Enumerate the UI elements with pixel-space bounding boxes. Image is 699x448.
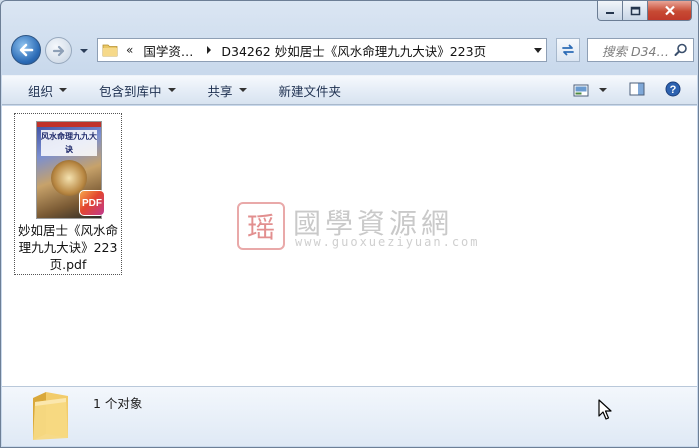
details-pane: 1 个对象	[2, 386, 697, 446]
svg-text:?: ?	[670, 84, 677, 96]
folder-icon	[102, 44, 118, 57]
mouse-cursor-icon	[598, 399, 612, 420]
back-arrow-icon	[19, 43, 34, 57]
help-button[interactable]: ?	[665, 81, 681, 100]
refresh-icon	[562, 44, 574, 56]
close-icon	[664, 5, 675, 16]
chevron-down-icon	[599, 88, 607, 92]
command-bar: 组织 包含到库中 共享 新建文件夹 ?	[2, 75, 697, 105]
organize-button[interactable]: 组织	[28, 76, 68, 104]
organize-label: 组织	[28, 83, 54, 99]
file-list-area[interactable]: 风水命理九九大诀 PDF 妙如居士《风水命理九九大诀》223页.pdf 瑶 國學…	[2, 106, 697, 386]
thumbnail-band	[37, 122, 101, 127]
address-overflow[interactable]: «	[126, 43, 133, 57]
maximize-button[interactable]	[623, 1, 648, 21]
address-dropdown-icon[interactable]	[534, 48, 542, 53]
view-options-icon	[573, 84, 589, 96]
new-folder-label: 新建文件夹	[278, 83, 342, 99]
forward-button[interactable]	[45, 37, 72, 64]
folder-icon	[33, 392, 68, 440]
view-options-button[interactable]	[573, 84, 607, 97]
back-button[interactable]	[11, 35, 41, 65]
watermark-url: www.guoxueziyuan.com	[295, 235, 480, 249]
watermark-seal: 瑶	[237, 202, 285, 250]
breadcrumb-arrow-icon[interactable]	[207, 46, 212, 54]
minimize-button[interactable]	[597, 1, 623, 21]
new-folder-button[interactable]: 新建文件夹	[279, 76, 342, 104]
preview-pane-button[interactable]	[629, 82, 645, 99]
chevron-down-icon	[167, 88, 176, 92]
item-count: 1 个对象	[93, 396, 143, 411]
minimize-icon	[606, 11, 614, 14]
command-bar-right: ?	[573, 76, 697, 104]
file-item-pdf[interactable]: 风水命理九九大诀 PDF 妙如居士《风水命理九九大诀》223页.pdf	[14, 113, 122, 275]
close-button[interactable]	[648, 1, 692, 21]
address-segment-current[interactable]: D34262 妙如居士《风水命理九九大诀》223页	[221, 41, 486, 60]
chevron-down-icon	[80, 49, 88, 53]
chevron-down-icon	[238, 88, 247, 92]
caption-buttons	[597, 1, 692, 21]
share-button[interactable]: 共享	[208, 76, 247, 104]
watermark: 瑶 國學資源網 www.guoxueziyuan.com	[237, 202, 480, 252]
preview-pane-icon	[629, 82, 645, 95]
include-library-button[interactable]: 包含到库中	[99, 76, 176, 104]
maximize-icon	[630, 6, 640, 15]
chevron-down-icon	[59, 88, 68, 92]
share-label: 共享	[207, 83, 233, 99]
forward-arrow-icon	[52, 45, 64, 56]
address-bar[interactable]: « 国学资… D34262 妙如居士《风水命理九九大诀》223页	[97, 38, 547, 62]
search-placeholder: 搜索 D34…	[602, 43, 670, 59]
refresh-button[interactable]	[556, 38, 580, 62]
explorer-window: « 国学资… D34262 妙如居士《风水命理九九大诀》223页 搜索 D34……	[0, 0, 699, 448]
pdf-icon: PDF	[79, 190, 105, 216]
help-icon: ?	[665, 81, 681, 96]
address-segment-parent[interactable]: 国学资…	[143, 41, 193, 60]
search-input[interactable]: 搜索 D34…	[587, 38, 694, 62]
navigation-bar: « 国学资… D34262 妙如居士《风水命理九九大诀》223页 搜索 D34…	[9, 35, 694, 65]
file-name[interactable]: 妙如居士《风水命理九九大诀》223页.pdf	[15, 222, 121, 273]
search-icon[interactable]	[674, 43, 688, 57]
thumbnail-title: 风水命理九九大诀	[41, 130, 97, 156]
include-library-label: 包含到库中	[99, 83, 162, 99]
recent-pages-button[interactable]	[77, 44, 91, 58]
pdf-badge-text: PDF	[82, 197, 102, 209]
